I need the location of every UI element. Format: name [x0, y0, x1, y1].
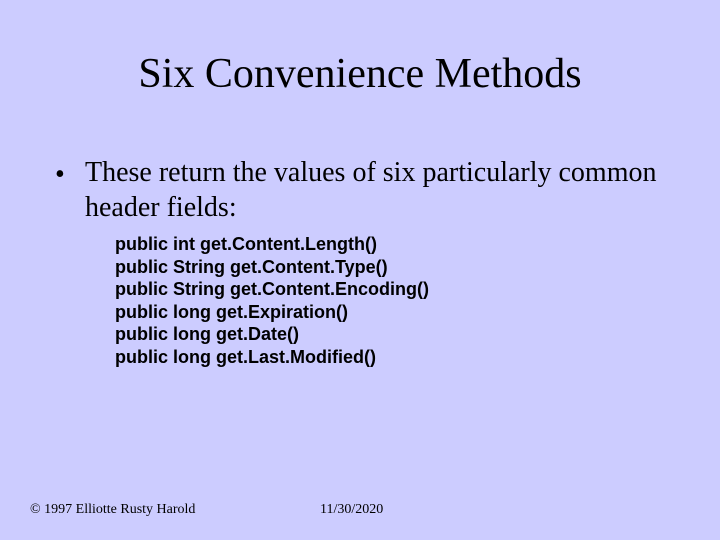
code-line: public String get.Content.Type() [115, 256, 675, 279]
code-block: public int get.Content.Length() public S… [115, 233, 675, 368]
footer-date: 11/30/2020 [320, 502, 383, 518]
slide: Six Convenience Methods • These return t… [0, 0, 720, 540]
code-line: public long get.Expiration() [115, 301, 675, 324]
code-line: public int get.Content.Length() [115, 233, 675, 256]
slide-title: Six Convenience Methods [0, 50, 720, 98]
code-line: public String get.Content.Encoding() [115, 278, 675, 301]
bullet-text: These return the values of six particula… [85, 155, 675, 225]
slide-body: • These return the values of six particu… [55, 155, 675, 368]
code-line: public long get.Date() [115, 323, 675, 346]
copyright-text: © 1997 Elliotte Rusty Harold [30, 502, 195, 518]
bullet-mark: • [55, 155, 85, 192]
code-line: public long get.Last.Modified() [115, 346, 675, 369]
bullet-item: • These return the values of six particu… [55, 155, 675, 225]
